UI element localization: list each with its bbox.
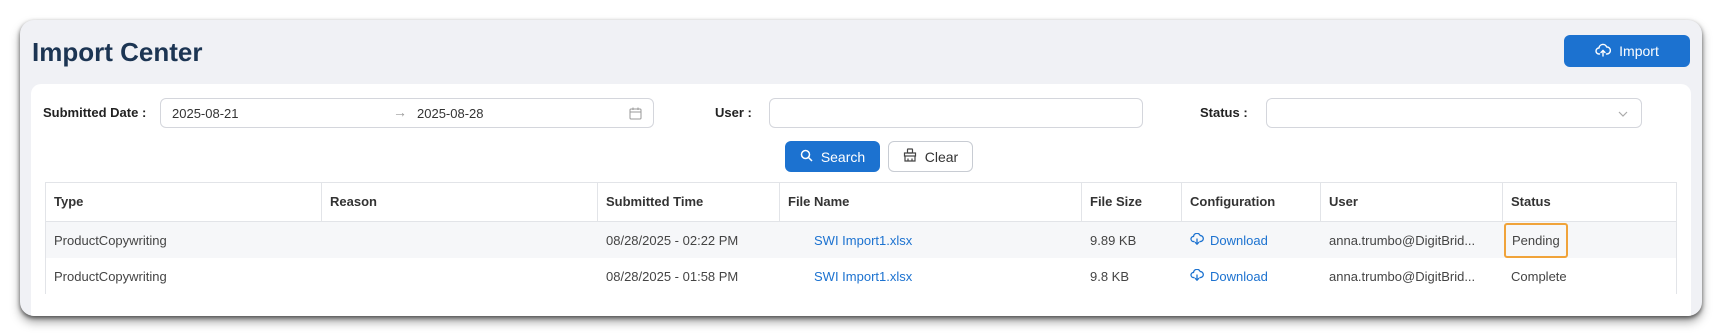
file-name-link[interactable]: SWI Import1.xlsx bbox=[788, 233, 912, 248]
search-icon bbox=[800, 149, 813, 165]
column-header-configuration[interactable]: Configuration bbox=[1182, 183, 1321, 221]
search-button[interactable]: Search bbox=[785, 141, 880, 172]
type-cell: ProductCopywriting bbox=[54, 268, 167, 284]
file-size-cell: 9.89 KB bbox=[1090, 232, 1137, 248]
user-label: User : bbox=[715, 105, 752, 120]
configuration-download-link[interactable]: Download bbox=[1190, 268, 1268, 284]
cloud-download-icon bbox=[1190, 232, 1204, 248]
user-cell: anna.trumbo@DigitBrid... bbox=[1329, 268, 1476, 284]
content-card: Submitted Date : 2025-08-21 → 2025-08-28… bbox=[31, 84, 1691, 316]
chevron-down-icon bbox=[1617, 107, 1629, 125]
download-label: Download bbox=[1210, 232, 1268, 248]
clear-broom-icon bbox=[903, 148, 917, 165]
column-header-user[interactable]: User bbox=[1321, 183, 1503, 221]
table-header: Type Reason Submitted Time File Name Fil… bbox=[46, 183, 1676, 222]
start-date-input[interactable]: 2025-08-21 bbox=[172, 106, 239, 121]
submitted-time-cell: 08/28/2025 - 01:58 PM bbox=[606, 268, 739, 284]
status-select[interactable] bbox=[1266, 98, 1642, 128]
file-size-cell: 9.8 KB bbox=[1090, 268, 1130, 284]
column-header-status[interactable]: Status bbox=[1503, 183, 1676, 221]
status-cell: Complete bbox=[1511, 268, 1567, 284]
date-range-picker[interactable]: 2025-08-21 → 2025-08-28 bbox=[160, 98, 654, 128]
status-label: Status : bbox=[1200, 105, 1248, 120]
download-label: Download bbox=[1210, 268, 1268, 284]
cloud-download-icon bbox=[1190, 268, 1204, 284]
table-row[interactable]: ProductCopywriting 08/28/2025 - 02:22 PM… bbox=[46, 222, 1676, 258]
calendar-icon bbox=[629, 107, 642, 123]
end-date-input[interactable]: 2025-08-28 bbox=[417, 106, 484, 121]
clear-button[interactable]: Clear bbox=[888, 141, 973, 172]
import-center-window: Import Center Import Submitted Date : 20… bbox=[20, 20, 1702, 316]
cloud-upload-icon bbox=[1595, 43, 1612, 60]
status-badge: Pending bbox=[1504, 222, 1568, 258]
type-cell: ProductCopywriting bbox=[54, 232, 167, 248]
clear-button-label: Clear bbox=[924, 148, 959, 165]
page-title: Import Center bbox=[32, 37, 203, 67]
file-name-link[interactable]: SWI Import1.xlsx bbox=[788, 269, 912, 284]
search-button-label: Search bbox=[820, 148, 866, 165]
submitted-time-cell: 08/28/2025 - 02:22 PM bbox=[606, 232, 739, 248]
submitted-date-label: Submitted Date : bbox=[43, 105, 147, 120]
column-header-file-size[interactable]: File Size bbox=[1082, 183, 1182, 221]
column-header-submitted-time[interactable]: Submitted Time bbox=[598, 183, 780, 221]
column-header-reason[interactable]: Reason bbox=[322, 183, 598, 221]
import-button-label: Import bbox=[1619, 43, 1659, 59]
range-arrow-icon: → bbox=[393, 104, 407, 120]
user-input[interactable] bbox=[769, 98, 1143, 128]
import-table: Type Reason Submitted Time File Name Fil… bbox=[45, 182, 1677, 294]
column-header-type[interactable]: Type bbox=[46, 183, 322, 221]
configuration-download-link[interactable]: Download bbox=[1190, 232, 1268, 248]
import-button[interactable]: Import bbox=[1564, 35, 1690, 67]
column-header-file-name[interactable]: File Name bbox=[780, 183, 1082, 221]
user-cell: anna.trumbo@DigitBrid... bbox=[1329, 232, 1476, 248]
table-row[interactable]: ProductCopywriting 08/28/2025 - 01:58 PM… bbox=[46, 258, 1676, 294]
